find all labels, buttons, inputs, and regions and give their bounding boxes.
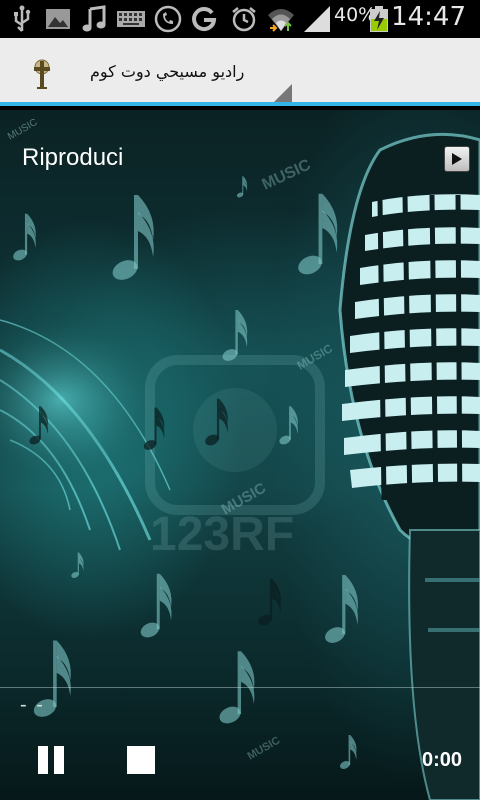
player-title: Riproduci: [22, 144, 124, 171]
station-spinner[interactable]: راديو مسيحي دوت كوم: [0, 38, 300, 106]
watermark-123rf: 123RF: [150, 508, 294, 561]
seek-bar[interactable]: [0, 687, 480, 688]
watermark-music-4: MUSIC: [246, 734, 283, 762]
svg-text:MUSIC: MUSIC: [6, 117, 39, 143]
music-note-icon: [82, 5, 106, 32]
play-icon: [452, 153, 462, 165]
google-icon: [192, 7, 217, 32]
cross-logo-icon: [34, 59, 50, 89]
keyboard-icon: [117, 11, 145, 27]
phone-call-icon: [154, 5, 182, 33]
music-background-artwork: MUSIC MUSIC MUSIC MUSIC 123RF MUSIC: [0, 117, 480, 800]
gallery-icon: [46, 9, 70, 29]
wifi-icon: [268, 9, 294, 32]
action-bar: راديو مسيحي دوت كوم: [0, 38, 480, 106]
usb-icon: [14, 5, 31, 32]
track-info: - -: [20, 694, 45, 716]
status-bar: 40% 14:47: [0, 0, 480, 38]
stop-button[interactable]: [127, 746, 155, 774]
signal-icon: [304, 6, 330, 32]
pause-button[interactable]: [36, 746, 66, 774]
play-button[interactable]: [444, 146, 470, 172]
elapsed-time: 0:00: [421, 749, 462, 771]
battery-charging-icon: [370, 6, 388, 32]
alarm-icon: [232, 7, 256, 32]
pause-icon: [38, 746, 48, 774]
clock: 14:47: [391, 2, 466, 32]
watermark-music-1: MUSIC: [260, 156, 314, 193]
station-name: راديو مسيحي دوت كوم: [90, 62, 245, 81]
player-area: MUSIC MUSIC MUSIC MUSIC 123RF MUSIC Ripr…: [0, 110, 480, 800]
spinner-arrow-icon: [274, 84, 292, 102]
